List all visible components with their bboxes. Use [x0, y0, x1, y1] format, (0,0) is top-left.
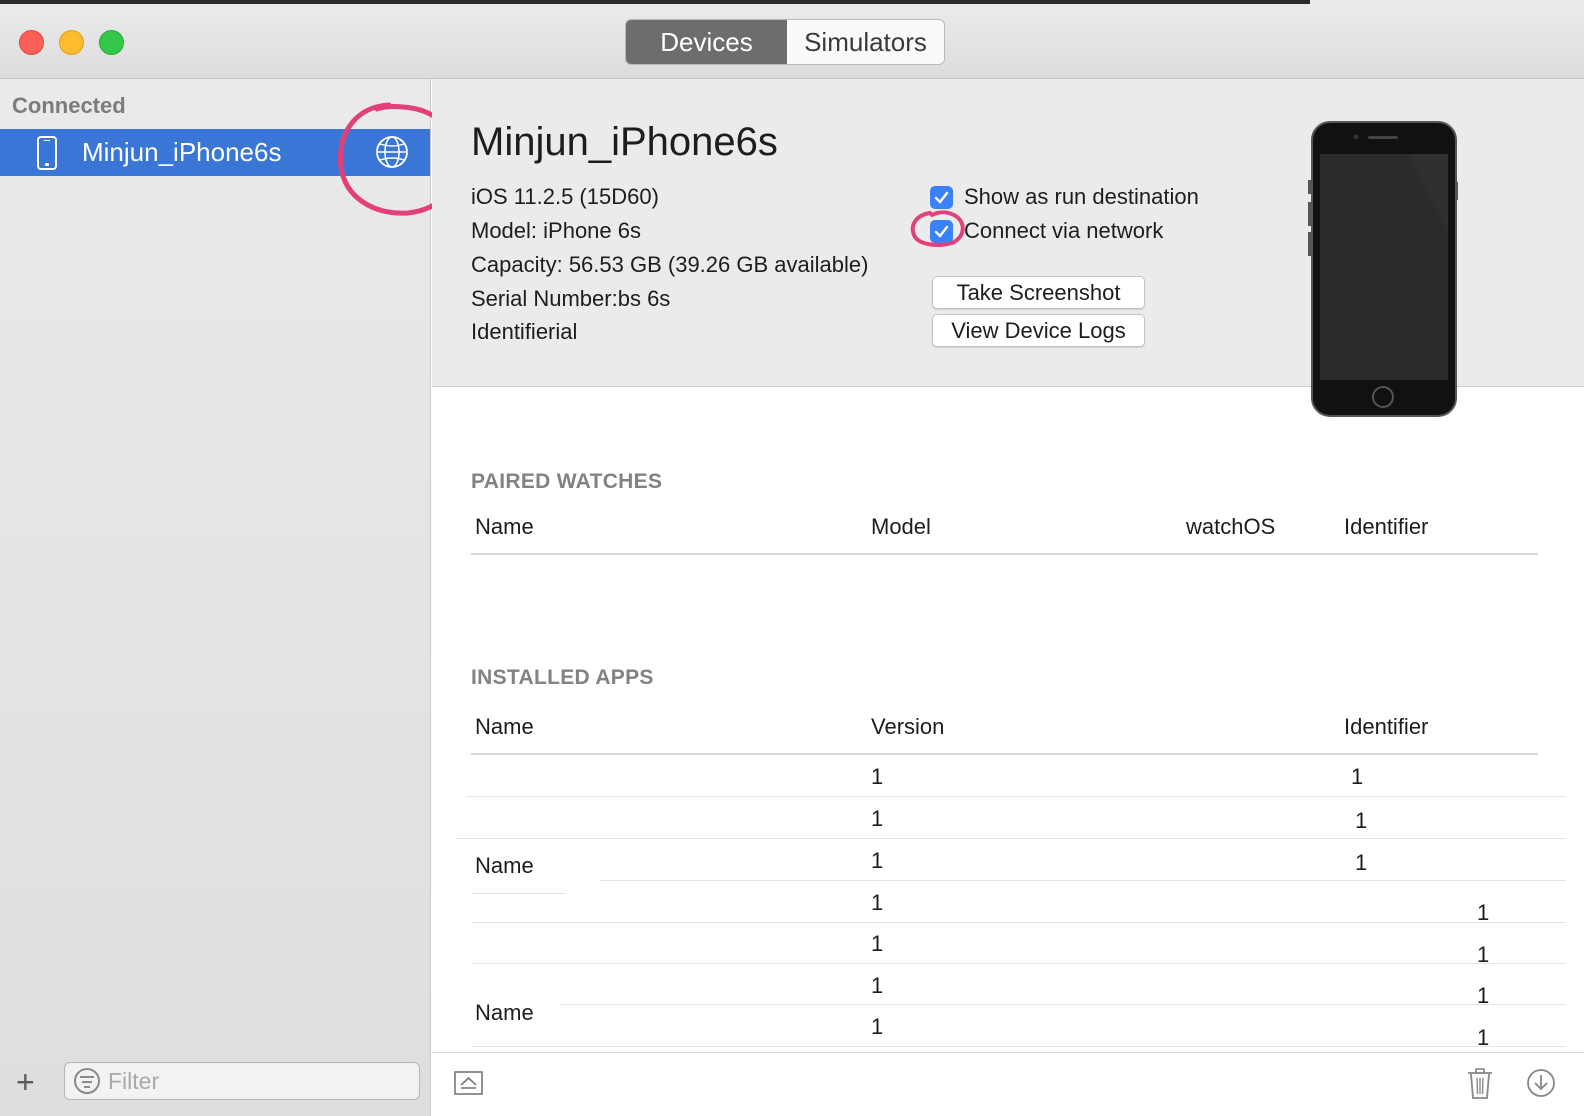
apps-col-identifier[interactable]: Identifier — [1344, 714, 1428, 740]
apps-col-name[interactable]: Name — [475, 714, 534, 740]
watches-col-identifier[interactable]: Identifier — [1344, 514, 1428, 540]
checkmark-icon — [934, 191, 949, 203]
app-identifier-cell: 1 — [1355, 808, 1368, 833]
app-identifier-cell: 1 — [1477, 900, 1490, 925]
row-divider — [466, 796, 1566, 797]
row-divider — [456, 838, 1566, 839]
app-version-cell: 1 — [871, 931, 884, 956]
iphone-device-image — [1308, 121, 1458, 417]
app-identifier-cell: 1 — [1351, 764, 1364, 789]
row-divider — [560, 1004, 1566, 1005]
zoom-window-button[interactable] — [99, 30, 124, 55]
installed-apps-title: INSTALLED APPS — [471, 666, 654, 689]
serial-number: Serial Number:bs 6s — [471, 286, 671, 311]
divider — [471, 553, 1538, 555]
app-name-cell: Name — [475, 1000, 534, 1025]
row-divider — [471, 922, 1566, 923]
show-run-destination-checkbox[interactable] — [930, 185, 953, 209]
paired-watches-title: PAIRED WATCHES — [471, 470, 663, 493]
connect-via-network-label: Connect via network — [964, 218, 1164, 243]
app-identifier-cell: 1 — [1355, 850, 1368, 875]
device-model: Model: iPhone 6s — [471, 218, 641, 243]
row-divider — [471, 893, 566, 894]
app-version-cell: 1 — [871, 764, 884, 789]
show-run-destination-label: Show as run destination — [964, 184, 1199, 209]
app-version-cell: 1 — [871, 848, 884, 873]
app-name-cell: Name — [475, 853, 534, 878]
app-version-cell: 1 — [871, 806, 884, 831]
filter-field[interactable] — [64, 1062, 420, 1100]
divider — [471, 753, 1538, 755]
device-sidebar: Connected Minjun_iPhone6s — [0, 79, 431, 1116]
bottom-toolbar — [432, 1052, 1584, 1116]
show-run-destination-option[interactable]: Show as run destination — [930, 184, 1199, 210]
watches-col-name[interactable]: Name — [475, 514, 534, 540]
row-divider — [600, 880, 1566, 881]
app-version-cell: 1 — [871, 890, 884, 915]
device-title: Minjun_iPhone6s — [471, 120, 778, 164]
ios-version: iOS 11.2.5 (15D60) — [471, 184, 659, 209]
sidebar-item-label: Minjun_iPhone6s — [82, 137, 282, 167]
filter-input[interactable] — [108, 1067, 388, 1095]
devices-simulators-toggle: Devices Simulators — [625, 19, 945, 65]
row-divider — [471, 963, 1566, 964]
close-window-button[interactable] — [19, 30, 44, 55]
watches-col-watchos[interactable]: watchOS — [1186, 514, 1275, 540]
filter-icon — [74, 1068, 100, 1094]
minimize-window-button[interactable] — [59, 30, 84, 55]
trash-icon[interactable] — [1466, 1068, 1494, 1100]
eject-icon[interactable] — [454, 1071, 483, 1095]
app-version-cell: 1 — [871, 973, 884, 998]
take-screenshot-button[interactable]: Take Screenshot — [932, 276, 1145, 309]
download-icon[interactable] — [1526, 1068, 1556, 1098]
iphone-icon — [37, 135, 57, 170]
tab-devices[interactable]: Devices — [626, 20, 787, 64]
plus-icon[interactable]: + — [16, 1066, 35, 1098]
watches-col-model[interactable]: Model — [871, 514, 931, 540]
tab-simulators[interactable]: Simulators — [787, 20, 944, 64]
device-identifier: Identifierial — [471, 319, 578, 344]
app-identifier-cell: 1 — [1477, 942, 1490, 967]
row-divider — [471, 1046, 1566, 1047]
app-identifier-cell: 1 — [1477, 983, 1490, 1008]
view-device-logs-button[interactable]: View Device Logs — [932, 314, 1145, 347]
app-identifier-cell: 1 — [1477, 1025, 1490, 1050]
apps-col-version[interactable]: Version — [871, 714, 944, 740]
sidebar-section-connected: Connected — [12, 93, 126, 118]
top-strip — [0, 0, 1310, 4]
annotation-circle-checkbox — [910, 210, 965, 247]
device-capacity: Capacity: 56.53 GB (39.26 GB available) — [471, 252, 869, 277]
app-version-cell: 1 — [871, 1014, 884, 1039]
